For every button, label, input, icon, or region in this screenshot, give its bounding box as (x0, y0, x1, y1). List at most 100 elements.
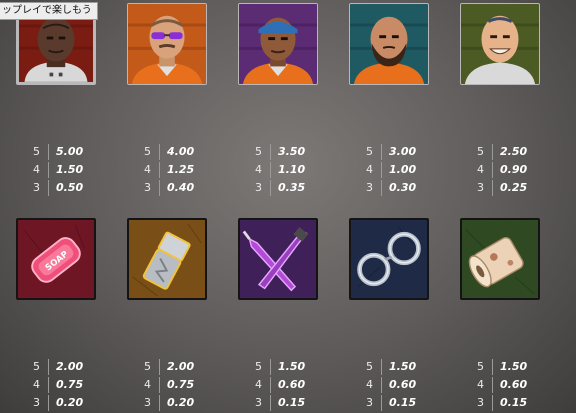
pay-row: 5 3.00 (351, 143, 431, 161)
payout: 2.50 (500, 145, 528, 158)
pay-row: 3 0.20 (129, 394, 209, 412)
match-count: 4 (255, 163, 262, 176)
divider (270, 377, 271, 393)
smiling-prisoner-portrait-icon (461, 4, 539, 84)
match-count: 4 (33, 163, 40, 176)
payout: 0.35 (278, 181, 306, 194)
pay-row: 4 0.90 (462, 161, 542, 179)
divider (492, 180, 493, 196)
symbol-smiling-prisoner[interactable] (460, 3, 540, 85)
payout: 0.60 (500, 378, 528, 391)
payout: 1.10 (278, 163, 306, 176)
match-count: 4 (477, 163, 484, 176)
divider (270, 144, 271, 160)
pay-row: 5 2.00 (129, 358, 209, 376)
pay-row: 3 0.30 (351, 179, 431, 197)
pay-row: 5 1.50 (462, 358, 542, 376)
symbol-toilet-paper[interactable] (460, 218, 540, 300)
paytable-lighter: 5 2.00 4 0.75 3 0.20 (129, 358, 209, 412)
payout: 0.25 (500, 181, 528, 194)
bearded-prisoner-portrait-icon (350, 4, 428, 84)
soap-icon: SOAP (18, 220, 94, 298)
payout: 2.00 (167, 360, 195, 373)
payout: 0.40 (167, 181, 195, 194)
match-count: 5 (366, 360, 373, 373)
lighter-icon (129, 220, 205, 298)
pay-row: 3 0.15 (462, 394, 542, 412)
payout: 1.00 (389, 163, 417, 176)
payout: 0.20 (167, 396, 195, 409)
symbol-soap[interactable]: SOAP (16, 218, 96, 300)
payout: 1.50 (278, 360, 306, 373)
pay-row: 4 0.60 (462, 376, 542, 394)
payout: 0.50 (56, 181, 84, 194)
pay-row: 5 2.50 (462, 143, 542, 161)
payout: 0.20 (56, 396, 84, 409)
divider (381, 359, 382, 375)
payout: 1.50 (500, 360, 528, 373)
pay-row: 3 0.15 (351, 394, 431, 412)
shiv-screwdriver-icon (240, 220, 316, 298)
divider (492, 359, 493, 375)
toilet-paper-icon (462, 220, 538, 298)
match-count: 5 (33, 360, 40, 373)
divider (492, 395, 493, 411)
match-count: 5 (477, 145, 484, 158)
symbol-bandana-prisoner[interactable] (238, 3, 318, 85)
match-count: 3 (366, 396, 373, 409)
divider (270, 395, 271, 411)
symbol-sunglasses-prisoner[interactable] (127, 3, 207, 85)
match-count: 3 (33, 396, 40, 409)
match-count: 4 (33, 378, 40, 391)
pay-row: 3 0.50 (18, 179, 98, 197)
divider (492, 162, 493, 178)
pay-row: 3 0.25 (462, 179, 542, 197)
symbol-handcuffs[interactable] (349, 218, 429, 300)
match-count: 4 (144, 378, 151, 391)
pay-row: 4 1.25 (129, 161, 209, 179)
pay-row: 3 0.20 (18, 394, 98, 412)
divider (159, 377, 160, 393)
match-count: 3 (144, 181, 151, 194)
payout: 0.75 (56, 378, 84, 391)
divider (48, 359, 49, 375)
match-count: 5 (255, 360, 262, 373)
pay-row: 5 1.50 (240, 358, 320, 376)
pay-row: 5 1.50 (351, 358, 431, 376)
divider (48, 395, 49, 411)
pay-row: 4 1.10 (240, 161, 320, 179)
sunglasses-prisoner-portrait-icon (128, 4, 206, 84)
pay-row: 4 0.60 (351, 376, 431, 394)
pay-row: 5 2.00 (18, 358, 98, 376)
match-count: 5 (477, 360, 484, 373)
match-count: 5 (33, 145, 40, 158)
payout: 1.25 (167, 163, 195, 176)
bandana-prisoner-portrait-icon (239, 4, 317, 84)
match-count: 3 (33, 181, 40, 194)
payout: 0.60 (389, 378, 417, 391)
pay-row: 4 1.00 (351, 161, 431, 179)
pay-row: 5 4.00 (129, 143, 209, 161)
symbol-shiv-screwdriver[interactable] (238, 218, 318, 300)
match-count: 3 (366, 181, 373, 194)
pay-row: 3 0.15 (240, 394, 320, 412)
paytable-toilet-paper: 5 1.50 4 0.60 3 0.15 (462, 358, 542, 412)
payout: 5.00 (56, 145, 84, 158)
match-count: 4 (144, 163, 151, 176)
divider (381, 162, 382, 178)
divider (270, 359, 271, 375)
paytable-smiling-prisoner: 5 2.50 4 0.90 3 0.25 (462, 143, 542, 197)
paytable-soap: 5 2.00 4 0.75 3 0.20 (18, 358, 98, 412)
paytable-shiv-screwdriver: 5 1.50 4 0.60 3 0.15 (240, 358, 320, 412)
payout: 4.00 (167, 145, 195, 158)
divider (381, 180, 382, 196)
tooltip: ップレイで楽しもう (0, 2, 98, 20)
symbol-lighter[interactable] (127, 218, 207, 300)
match-count: 5 (144, 145, 151, 158)
pay-row: 5 3.50 (240, 143, 320, 161)
symbol-bearded-prisoner[interactable] (349, 3, 429, 85)
payout: 0.75 (167, 378, 195, 391)
paytable-bandana-prisoner: 5 3.50 4 1.10 3 0.35 (240, 143, 320, 197)
match-count: 3 (255, 181, 262, 194)
divider (159, 162, 160, 178)
